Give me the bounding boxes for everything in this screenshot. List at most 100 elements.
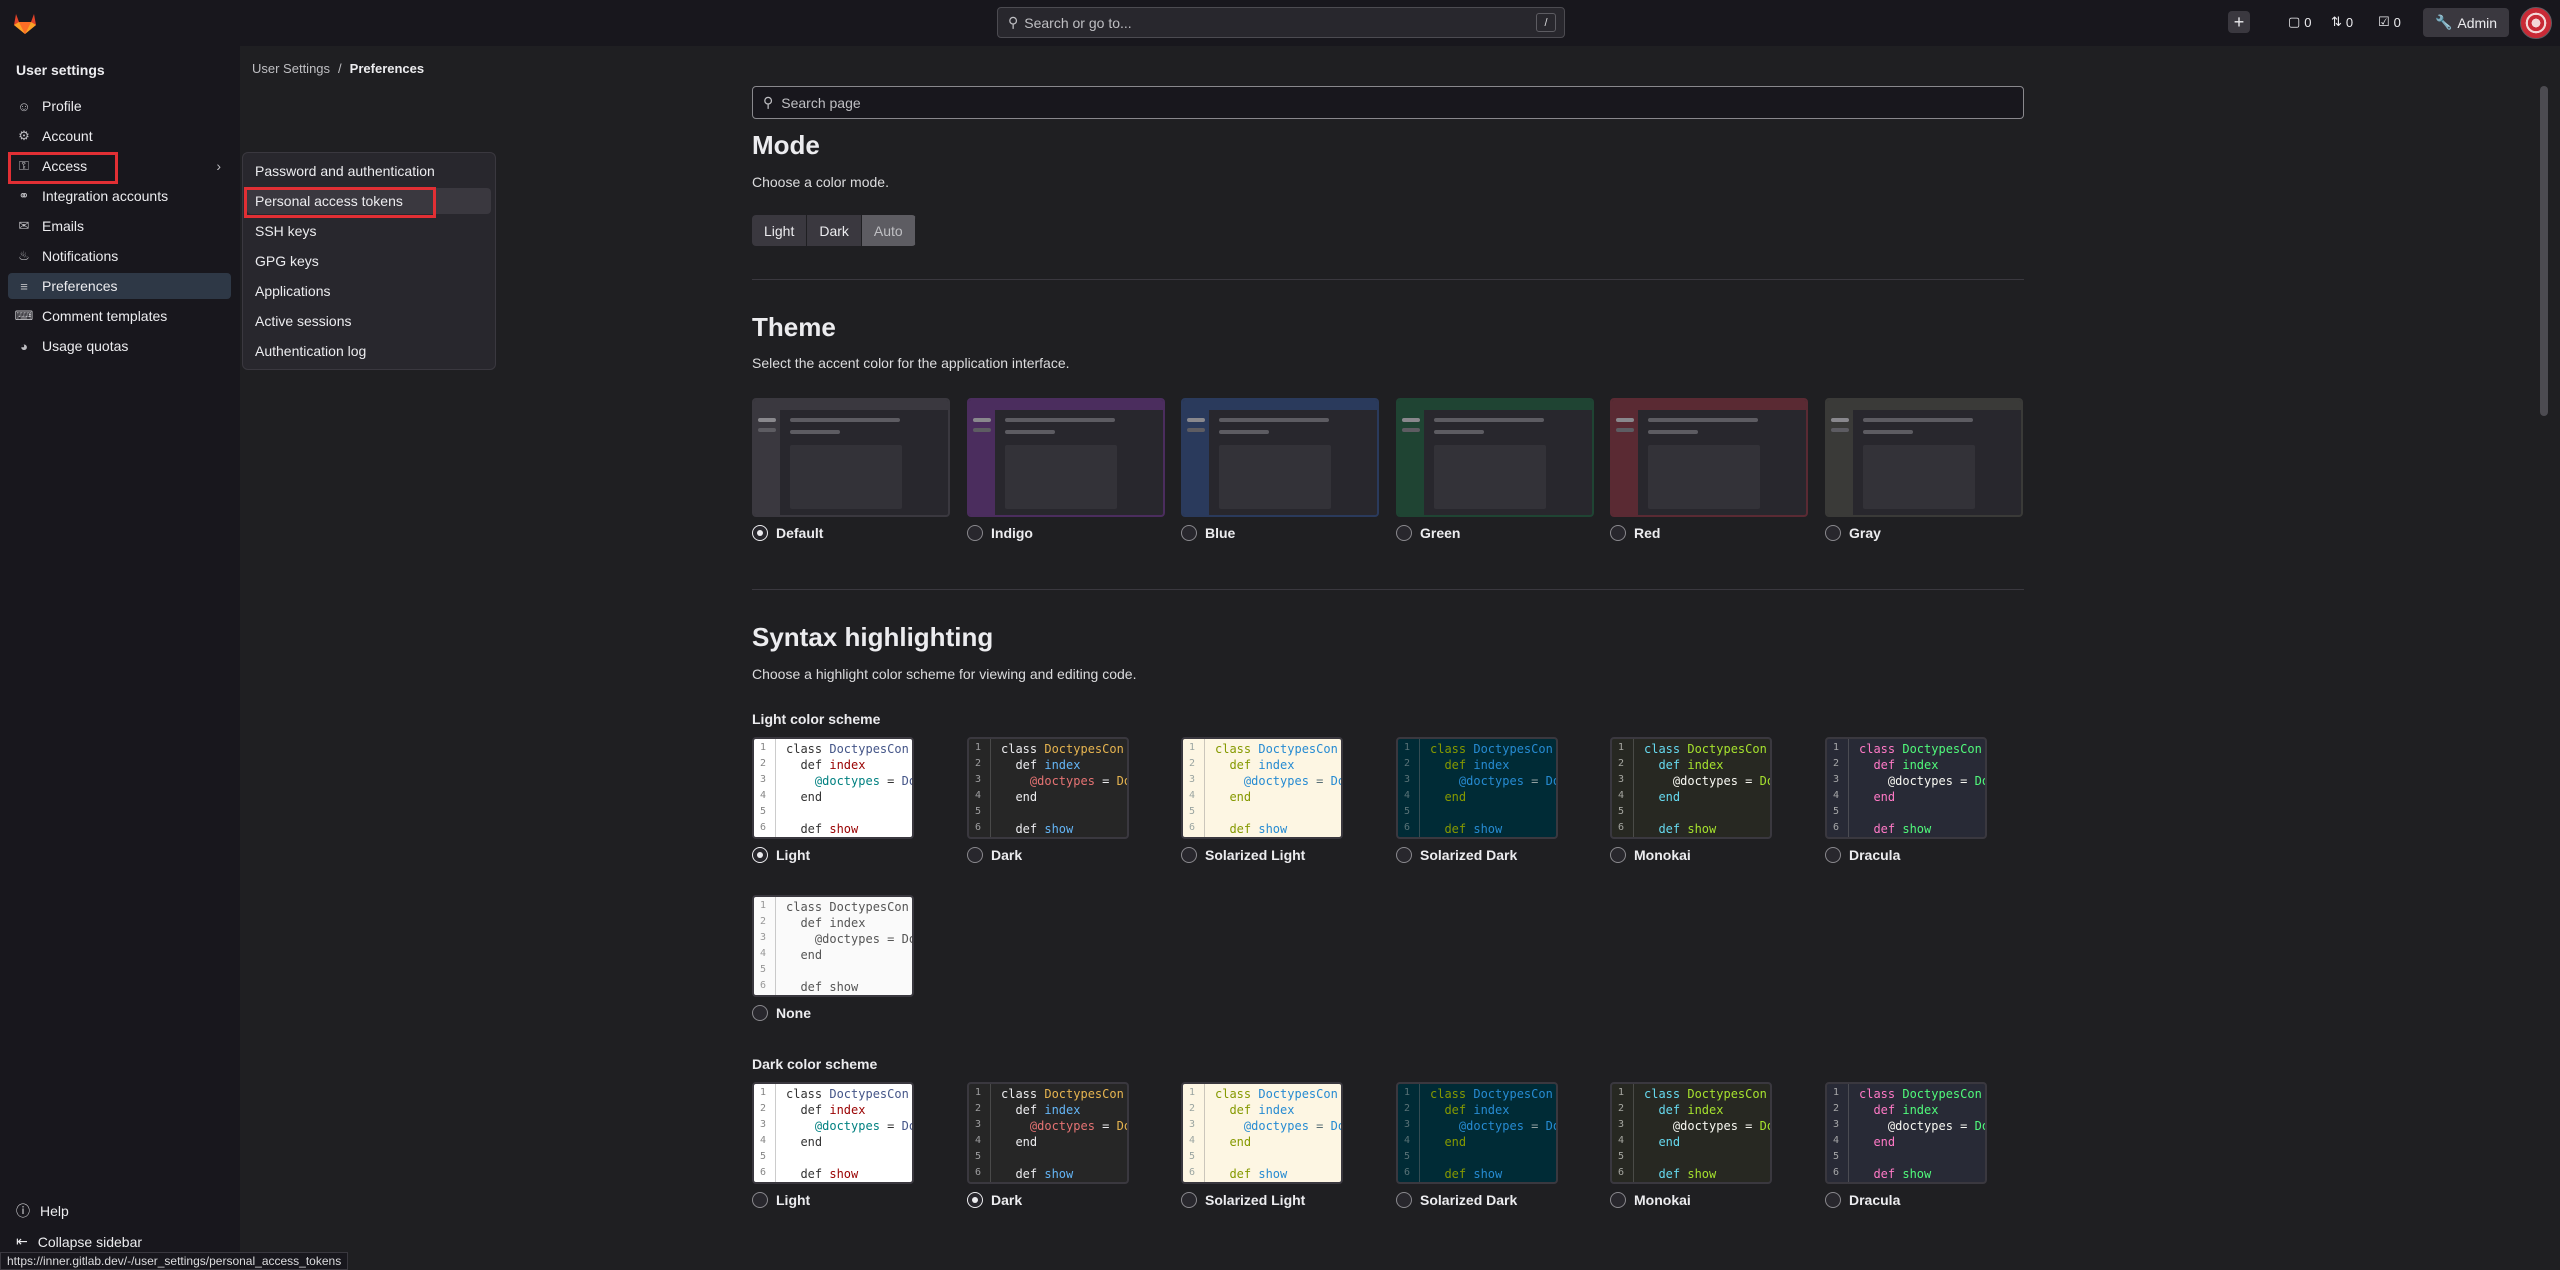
radio-button[interactable] xyxy=(1181,1192,1197,1208)
menu-item-gpg-keys[interactable]: GPG keys xyxy=(247,248,491,274)
sidebar-item-notifications[interactable]: ♨ Notifications xyxy=(8,243,231,269)
issues-counter[interactable]: ▢ 0 xyxy=(2288,14,2312,30)
theme-radio-indigo[interactable]: Indigo xyxy=(967,525,1033,541)
radio-button[interactable] xyxy=(1181,525,1197,541)
mode-title: Mode xyxy=(752,130,820,160)
mode-option-dark[interactable]: Dark xyxy=(807,215,862,246)
radio-label: Dark xyxy=(991,847,1023,863)
light-radio-monokai[interactable]: Monokai xyxy=(1610,847,1691,863)
radio-button[interactable] xyxy=(1610,847,1626,863)
page-search-input[interactable]: ⚲ Search page xyxy=(752,86,2024,119)
radio-button[interactable] xyxy=(967,525,983,541)
radio-button[interactable] xyxy=(1396,1192,1412,1208)
radio-button[interactable] xyxy=(1396,847,1412,863)
light-radio-solarized-light[interactable]: Solarized Light xyxy=(1181,847,1305,863)
dark-preview-solarized-light[interactable]: 1 class DoctypesCon 2 def index 3 @doctypes… xyxy=(1181,1082,1343,1184)
radio-button[interactable] xyxy=(1825,847,1841,863)
light-preview-solarized-light[interactable]: 1 class DoctypesCon 2 def index 3 @doctypes… xyxy=(1181,737,1343,839)
sidebar-item-comment-templates[interactable]: ⌨ Comment templates xyxy=(8,303,231,329)
radio-button[interactable] xyxy=(1181,847,1197,863)
sidebar-item-access[interactable]: ⚿ Access › xyxy=(8,153,231,179)
mode-option-auto[interactable]: Auto xyxy=(861,215,916,246)
menu-item-password-authentication[interactable]: Password and authentication xyxy=(247,158,491,184)
dark-radio-monokai[interactable]: Monokai xyxy=(1610,1192,1691,1208)
dark-radio-solarized-light[interactable]: Solarized Light xyxy=(1181,1192,1305,1208)
radio-button[interactable] xyxy=(967,847,983,863)
dark-preview-light[interactable]: 1 class DoctypesCon 2 def index 3 @doctypes… xyxy=(752,1082,914,1184)
help-button[interactable]: ⓘ Help xyxy=(16,1201,69,1221)
theme-card-gray[interactable] xyxy=(1825,398,2023,517)
dark-radio-light[interactable]: Light xyxy=(752,1192,810,1208)
sidebar-item-emails[interactable]: ✉ Emails xyxy=(8,213,231,239)
theme-card-blue[interactable] xyxy=(1181,398,1379,517)
theme-radio-red[interactable]: Red xyxy=(1610,525,1660,541)
light-radio-light[interactable]: Light xyxy=(752,847,810,863)
theme-card-indigo[interactable] xyxy=(967,398,1165,517)
light-preview-solarized-dark[interactable]: 1 class DoctypesCon 2 def index 3 @doctypes… xyxy=(1396,737,1558,839)
dark-radio-solarized-dark[interactable]: Solarized Dark xyxy=(1396,1192,1517,1208)
menu-item-applications[interactable]: Applications xyxy=(247,278,491,304)
dark-preview-solarized-dark[interactable]: 1 class DoctypesCon 2 def index 3 @doctypes… xyxy=(1396,1082,1558,1184)
page-scrollbar[interactable] xyxy=(2540,86,2548,416)
sidebar-item-preferences[interactable]: ≡ Preferences xyxy=(8,273,231,299)
radio-button[interactable] xyxy=(1825,1192,1841,1208)
radio-label: Red xyxy=(1634,525,1661,541)
light-preview-light[interactable]: 1 class DoctypesCon 2 def index 3 @doctypes… xyxy=(752,737,914,839)
menu-item-personal-access-tokens[interactable]: Personal access tokens xyxy=(247,188,491,214)
dark-radio-dracula[interactable]: Dracula xyxy=(1825,1192,1900,1208)
light-radio-dracula[interactable]: Dracula xyxy=(1825,847,1900,863)
merge-requests-counter[interactable]: ⇅ 0 xyxy=(2331,14,2353,30)
create-new-button[interactable]: + xyxy=(2228,11,2250,33)
radio-button[interactable] xyxy=(1610,1192,1626,1208)
mode-option-light[interactable]: Light xyxy=(752,215,808,246)
section-divider xyxy=(752,279,2024,280)
theme-card-green[interactable] xyxy=(1396,398,1594,517)
radio-button[interactable] xyxy=(752,525,768,541)
breadcrumb-separator: / xyxy=(338,61,342,76)
light-radio-none[interactable]: None xyxy=(752,1005,811,1021)
light-radio-dark[interactable]: Dark xyxy=(967,847,1022,863)
sidebar-item-integration-accounts[interactable]: ⚭ Integration accounts xyxy=(8,183,231,209)
sidebar-item-profile[interactable]: ☺ Profile xyxy=(8,93,231,119)
dark-preview-monokai[interactable]: 1 class DoctypesCon 2 def index 3 @doctypes… xyxy=(1610,1082,1772,1184)
dark-preview-dark[interactable]: 1 class DoctypesCon 2 def index 3 @doctypes… xyxy=(967,1082,1129,1184)
radio-button[interactable] xyxy=(967,1192,983,1208)
radio-button[interactable] xyxy=(752,847,768,863)
menu-item-ssh-keys[interactable]: SSH keys xyxy=(247,218,491,244)
account-icon: ⚙ xyxy=(18,128,30,143)
sidebar-item-label: Preferences xyxy=(42,278,118,294)
dark-radio-dark[interactable]: Dark xyxy=(967,1192,1022,1208)
light-preview-none[interactable]: 1 class DoctypesCon 2 def index 3 @doctypes… xyxy=(752,895,914,997)
light-preview-dark[interactable]: 1 class DoctypesCon 2 def index 3 @doctypes… xyxy=(967,737,1129,839)
radio-button[interactable] xyxy=(1825,525,1841,541)
light-preview-dracula[interactable]: 1 class DoctypesCon 2 def index 3 @doctypes… xyxy=(1825,737,1987,839)
theme-card-default[interactable] xyxy=(752,398,950,517)
menu-item-active-sessions[interactable]: Active sessions xyxy=(247,308,491,334)
theme-radio-blue[interactable]: Blue xyxy=(1181,525,1235,541)
admin-button[interactable]: 🔧 Admin xyxy=(2423,8,2509,37)
light-radio-solarized-dark[interactable]: Solarized Dark xyxy=(1396,847,1517,863)
collapse-sidebar-button[interactable]: ⇤ Collapse sidebar xyxy=(16,1233,142,1250)
radio-label: Green xyxy=(1420,525,1461,541)
dark-preview-dracula[interactable]: 1 class DoctypesCon 2 def index 3 @doctypes… xyxy=(1825,1082,1987,1184)
sidebar-item-label: Access xyxy=(42,158,88,174)
radio-button[interactable] xyxy=(752,1192,768,1208)
global-search-input[interactable]: ⚲ Search or go to... / xyxy=(997,7,1565,38)
radio-button[interactable] xyxy=(752,1005,768,1021)
sidebar-item-usage-quotas[interactable]: ◕ Usage quotas xyxy=(8,333,231,359)
radio-button[interactable] xyxy=(1396,525,1412,541)
radio-button[interactable] xyxy=(1610,525,1626,541)
todos-counter[interactable]: ☑ 0 xyxy=(2378,14,2401,30)
theme-radio-default[interactable]: Default xyxy=(752,525,823,541)
breadcrumb-parent[interactable]: User Settings xyxy=(252,61,330,76)
theme-radio-green[interactable]: Green xyxy=(1396,525,1460,541)
theme-radio-gray[interactable]: Gray xyxy=(1825,525,1881,541)
light-preview-monokai[interactable]: 1 class DoctypesCon 2 def index 3 @doctypes… xyxy=(1610,737,1772,839)
theme-card-red[interactable] xyxy=(1610,398,1808,517)
sidebar-title: User settings xyxy=(16,62,105,78)
gitlab-logo-icon[interactable] xyxy=(12,10,38,36)
menu-item-authentication-log[interactable]: Authentication log xyxy=(247,338,491,364)
search-icon: ⚲ xyxy=(763,94,774,110)
sidebar-item-account[interactable]: ⚙ Account xyxy=(8,123,231,149)
user-avatar[interactable] xyxy=(2520,7,2552,39)
